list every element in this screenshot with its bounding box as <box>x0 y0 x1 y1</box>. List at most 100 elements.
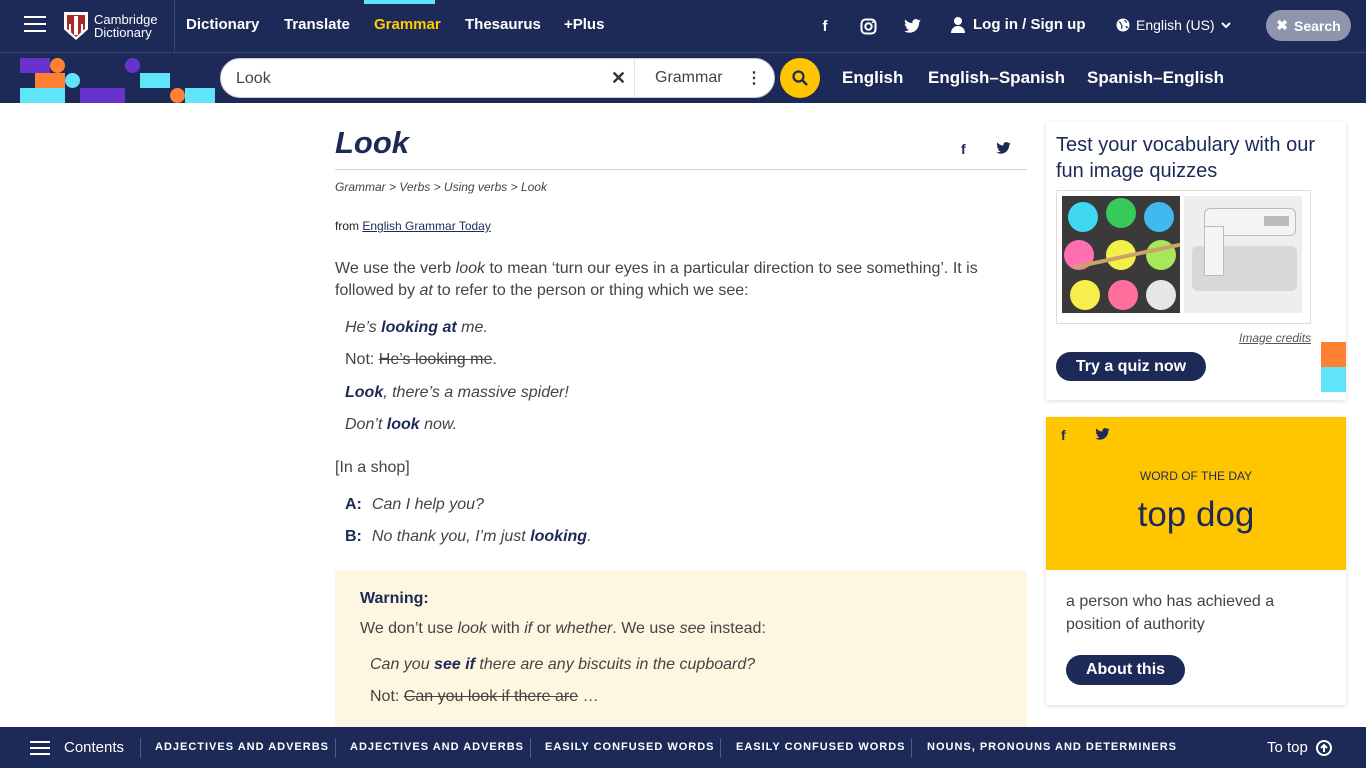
about-this-button[interactable]: About this <box>1066 655 1185 685</box>
title-divider <box>335 169 1027 170</box>
decorative-block <box>185 88 215 103</box>
decorative-block <box>20 88 65 103</box>
search-icon <box>792 70 808 86</box>
divider <box>335 738 336 758</box>
speaker: B: <box>345 528 362 545</box>
decorative-block <box>80 88 125 103</box>
brand-line-2: Dictionary <box>94 25 152 40</box>
dialog-line: A: Can I help you? <box>345 496 484 514</box>
nav-translate[interactable]: Translate <box>284 16 350 33</box>
contents-link[interactable]: NOUNS, PRONOUNS AND DETERMINERS <box>927 741 1177 753</box>
search-box: Look ✕ Grammar ⋮ <box>220 58 775 98</box>
contents-link[interactable]: EASILY CONFUSED WORDS <box>545 741 715 753</box>
example-sentence: Don’t look now. <box>345 416 457 434</box>
warning-box: Warning: We don’t use look with if or wh… <box>335 570 1027 730</box>
menu-icon[interactable] <box>24 16 46 34</box>
active-nav-indicator <box>364 0 435 4</box>
text: We use the verb <box>335 260 456 277</box>
text: Can you look if there are <box>403 688 579 705</box>
nav-plus[interactable]: +Plus <box>564 16 604 33</box>
sewing-machine-image[interactable] <box>1184 196 1302 313</box>
dict-link-spanish-english[interactable]: Spanish–English <box>1087 68 1224 88</box>
nav-thesaurus[interactable]: Thesaurus <box>465 16 541 33</box>
example-sentence: Can you see if there are any biscuits in… <box>370 656 755 674</box>
brand-name: Cambridge Dictionary <box>94 13 158 39</box>
to-top-label: To top <box>1267 739 1308 756</box>
contents-button[interactable]: Contents <box>64 739 124 756</box>
wotd-definition: a person who has achieved a position of … <box>1066 593 1275 633</box>
wotd-header: f WORD OF THE DAY top dog <box>1046 417 1346 570</box>
nav-dictionary[interactable]: Dictionary <box>186 16 259 33</box>
wotd-word[interactable]: top dog <box>1046 495 1346 535</box>
twitter-icon[interactable] <box>903 17 921 35</box>
breadcrumb[interactable]: Grammar > Verbs > Using verbs > Look <box>335 180 547 194</box>
chevron-down-icon <box>1220 21 1231 28</box>
clear-icon[interactable]: ✕ <box>611 68 626 89</box>
contents-menu-icon[interactable] <box>30 741 50 755</box>
search-button-label: Search <box>1294 17 1341 34</box>
text: look <box>455 260 486 277</box>
divider <box>530 738 531 758</box>
decorative-block <box>20 58 50 73</box>
text: He’s looking me <box>378 351 493 368</box>
crest-icon <box>64 12 88 40</box>
twitter-icon[interactable] <box>996 141 1012 157</box>
paint-palette-image[interactable] <box>1062 196 1180 313</box>
language-label: English (US) <box>1136 17 1215 33</box>
example-sentence: Not: Can you look if there are … <box>370 688 599 706</box>
text: He’s <box>345 319 382 336</box>
arrow-up-circle-icon <box>1315 739 1332 756</box>
text: Look <box>345 384 384 401</box>
facebook-icon[interactable]: f <box>816 17 834 35</box>
source-link[interactable]: English Grammar Today <box>362 219 491 233</box>
text: Don’t <box>345 416 387 433</box>
to-top-button[interactable]: To top <box>1267 739 1332 756</box>
decorative-block <box>35 73 65 88</box>
dict-link-english-spanish[interactable]: English–Spanish <box>928 68 1065 88</box>
text: , there’s a massive spider! <box>383 384 569 401</box>
text: Not: <box>370 688 404 705</box>
text: whether <box>555 620 613 637</box>
quiz-card: Test your vocabulary with our fun image … <box>1046 122 1346 400</box>
facebook-icon[interactable]: f <box>1061 427 1066 443</box>
facebook-icon[interactable]: f <box>961 141 977 157</box>
text: at <box>419 282 433 299</box>
search-submit-button[interactable] <box>780 58 820 98</box>
search-button[interactable]: ✖ Search <box>1266 10 1351 41</box>
text: look <box>457 620 487 637</box>
contents-bar: Contents ADJECTIVES AND ADVERBS ADJECTIV… <box>0 727 1366 768</box>
text: see if <box>434 656 475 673</box>
search-input[interactable]: Look <box>236 70 271 88</box>
language-selector[interactable]: English (US) <box>1116 17 1231 33</box>
text: look <box>386 416 420 433</box>
page-title: Look <box>335 125 410 160</box>
twitter-icon[interactable] <box>1095 427 1110 443</box>
example-sentence: Not: He’s looking me. <box>345 351 497 369</box>
text: instead: <box>705 620 766 637</box>
dict-link-english[interactable]: English <box>842 68 903 88</box>
text: We don’t use <box>360 620 458 637</box>
source-prefix: from <box>335 219 359 233</box>
quiz-title[interactable]: Test your vocabulary with our fun image … <box>1056 132 1336 184</box>
close-icon: ✖ <box>1276 17 1289 33</box>
contents-link[interactable]: ADJECTIVES AND ADVERBS <box>350 741 524 753</box>
try-quiz-button[interactable]: Try a quiz now <box>1056 352 1206 381</box>
contents-link[interactable]: ADJECTIVES AND ADVERBS <box>155 741 329 753</box>
login-link[interactable]: Log in / Sign up <box>951 16 1085 33</box>
text: me. <box>456 319 488 336</box>
nav-grammar[interactable]: Grammar <box>374 16 441 33</box>
example-sentence: He’s looking at me. <box>345 319 488 337</box>
text: Can I help you? <box>371 496 484 513</box>
more-options-icon[interactable]: ⋮ <box>746 68 762 88</box>
speaker: A: <box>345 496 362 513</box>
search-bar-row: Look ✕ Grammar ⋮ English English–Spanish… <box>0 53 1366 103</box>
image-credits-link[interactable]: Image credits <box>1239 331 1311 345</box>
dictionary-selector[interactable]: Grammar <box>655 69 723 87</box>
text: or <box>532 620 556 637</box>
cambridge-logo[interactable]: Cambridge Dictionary <box>64 11 164 41</box>
decorative-dot <box>125 58 140 73</box>
login-label: Log in / Sign up <box>973 16 1086 33</box>
contents-link[interactable]: EASILY CONFUSED WORDS <box>736 741 906 753</box>
instagram-icon[interactable] <box>859 17 877 35</box>
text: with <box>486 620 525 637</box>
